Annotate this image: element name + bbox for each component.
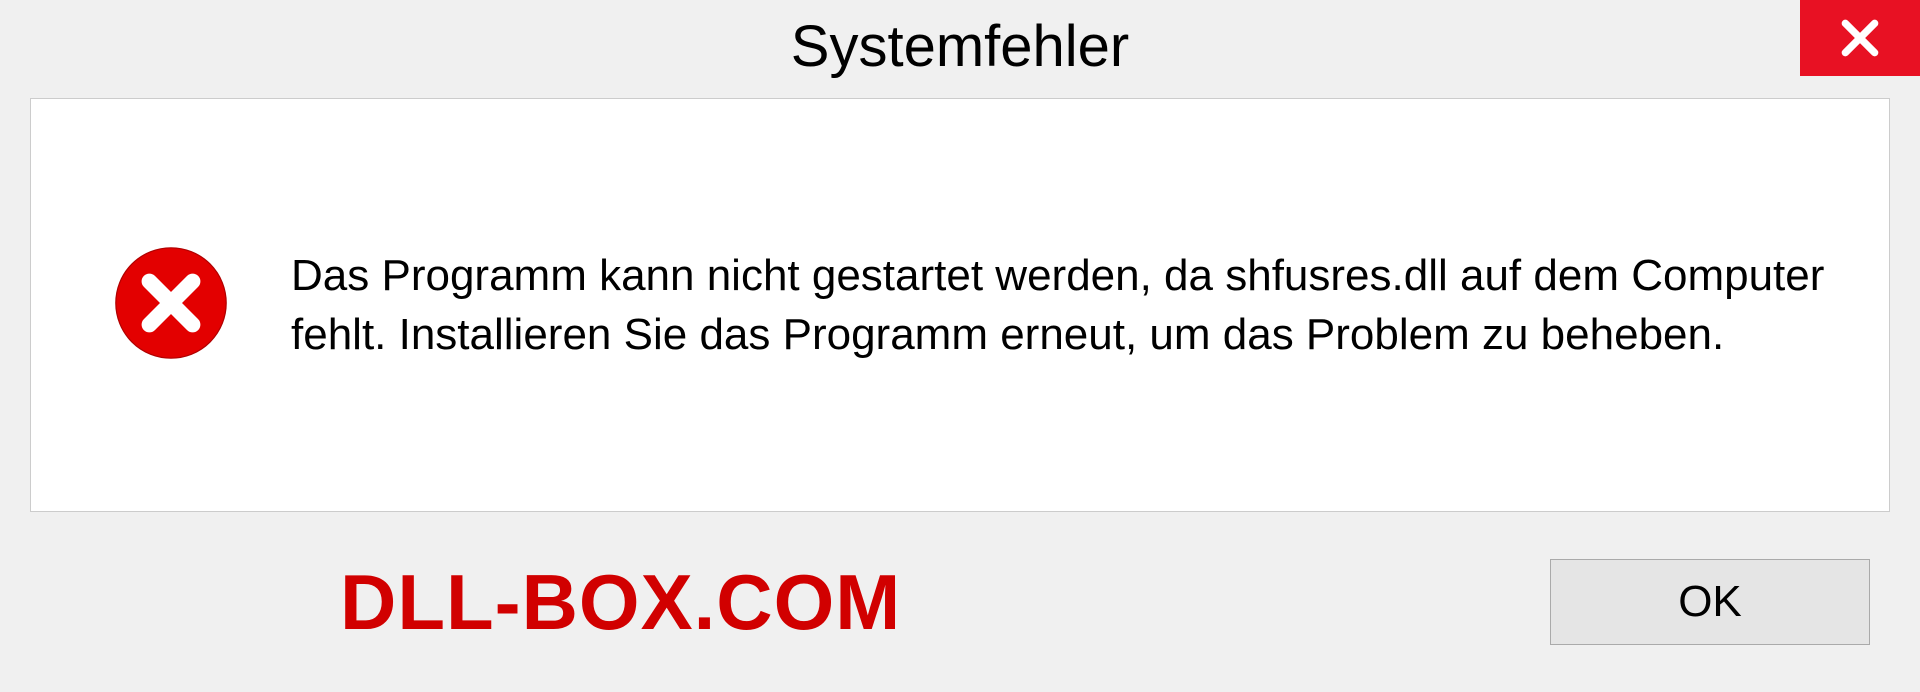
footer: DLL-BOX.COM OK — [0, 512, 1920, 692]
titlebar: Systemfehler — [0, 0, 1920, 92]
error-icon — [111, 243, 231, 368]
close-icon — [1838, 16, 1882, 60]
close-button[interactable] — [1800, 0, 1920, 76]
dialog-title: Systemfehler — [791, 13, 1129, 80]
content-area: Das Programm kann nicht gestartet werden… — [30, 98, 1890, 512]
ok-button[interactable]: OK — [1550, 559, 1870, 645]
error-dialog: Systemfehler Das Programm kann nicht ges… — [0, 0, 1920, 692]
watermark-text: DLL-BOX.COM — [340, 557, 901, 648]
error-message: Das Programm kann nicht gestartet werden… — [291, 246, 1829, 365]
